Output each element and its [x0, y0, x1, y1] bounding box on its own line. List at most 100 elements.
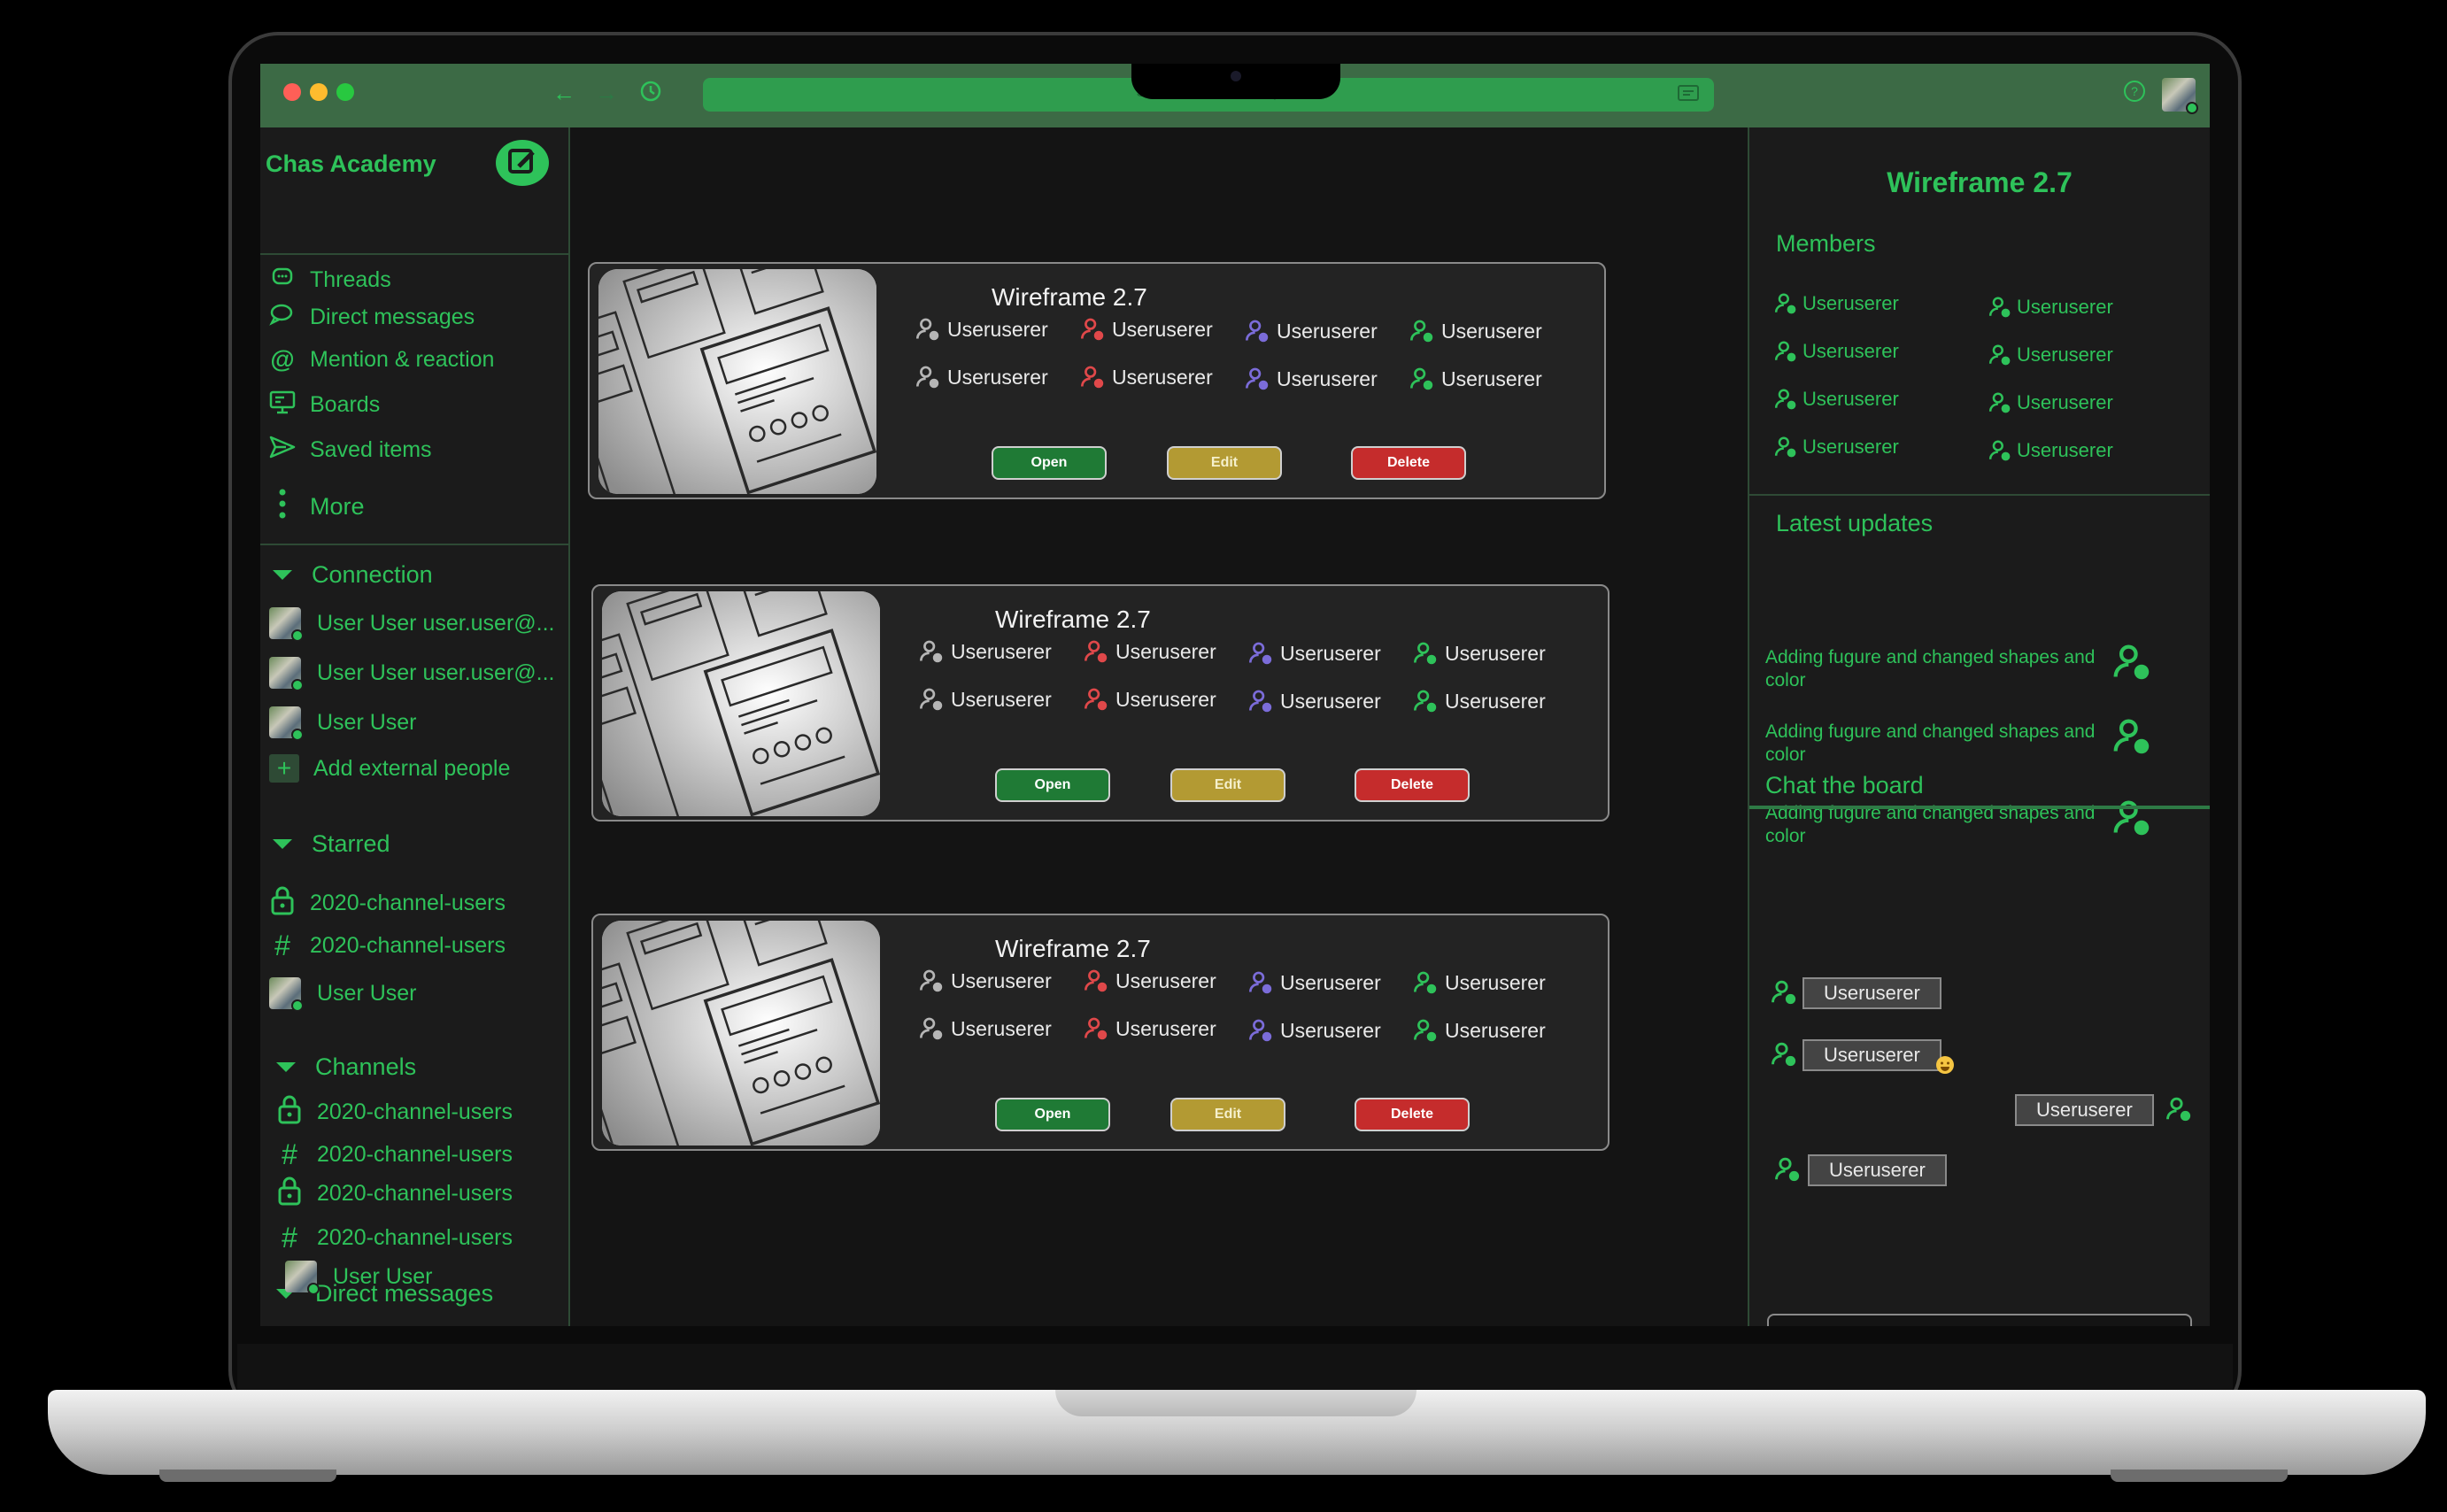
board-member: Useruserer — [919, 687, 1052, 712]
panel-member[interactable]: Useruserer — [1988, 296, 2113, 319]
add-external-people-button[interactable]: + Add external people — [269, 754, 510, 783]
chat-message[interactable]: Useruserer — [1808, 1154, 1947, 1186]
delete-button[interactable]: Delete — [1351, 446, 1466, 480]
starred-item[interactable]: User User — [269, 977, 417, 1012]
board-card[interactable]: Wireframe 2.7 Useruserer Useruserer Useruse… — [588, 262, 1606, 499]
panel-member[interactable]: Useruserer — [1988, 343, 2113, 366]
chat-message-input[interactable]: + ➤ — [1767, 1314, 2192, 1326]
connection-user[interactable]: User User user.user@... — [269, 657, 555, 691]
maximize-window-button[interactable] — [336, 83, 354, 101]
member-name: Useruserer — [2017, 296, 2113, 318]
update-item[interactable]: Adding fugure and changed shapes and col… — [1765, 646, 2119, 692]
board-details-panel: Wireframe 2.7 Members Useruserer Useruser… — [1748, 127, 2210, 1326]
sidebar-item-mentions[interactable]: @ Mention & reaction — [269, 345, 494, 374]
user-icon — [2112, 643, 2151, 686]
channel-item[interactable]: # 2020-channel-users — [276, 1138, 513, 1171]
chat-message[interactable]: Useruserer — [1802, 977, 1941, 1009]
edit-button[interactable]: Edit — [1167, 446, 1282, 480]
section-connection[interactable]: Connection — [260, 561, 433, 589]
starred-item-label: 2020-channel-users — [310, 933, 506, 958]
starred-item[interactable]: # 2020-channel-users — [269, 930, 506, 962]
collapse-triangle-icon — [276, 1062, 296, 1072]
collapse-triangle-icon — [273, 570, 292, 580]
at-sign-icon: @ — [270, 345, 295, 373]
sidebar-item-more[interactable]: More — [269, 489, 365, 525]
chat-message[interactable]: Useruserer — [1802, 1039, 1941, 1071]
update-item[interactable]: Adding fugure and changed shapes and col… — [1765, 721, 2119, 767]
section-channels[interactable]: Channels — [260, 1053, 416, 1081]
panel-member[interactable]: Useruserer — [1988, 439, 2113, 462]
board-card[interactable]: Wireframe 2.7 Useruserer Useruserer Useruse… — [591, 914, 1609, 1151]
member-name: Useruserer — [1115, 968, 1216, 992]
member-name: Useruserer — [951, 968, 1052, 992]
compose-button[interactable] — [496, 140, 549, 186]
help-icon[interactable]: ? — [2123, 80, 2146, 107]
member-name: Useruserer — [1277, 319, 1378, 343]
sidebar: Chas Academy Threads Direct messages @ M… — [260, 127, 570, 1326]
open-button[interactable]: Open — [995, 768, 1110, 802]
sidebar-item-threads[interactable]: Threads — [269, 267, 391, 293]
board-member: Useruserer — [1413, 1018, 1546, 1043]
member-name: Useruserer — [1802, 340, 1899, 362]
history-icon[interactable] — [639, 80, 662, 107]
panel-member[interactable]: Useruserer — [1774, 436, 1899, 459]
channel-item[interactable]: 2020-channel-users — [276, 1176, 513, 1212]
member-name: Useruserer — [1445, 970, 1546, 994]
camera-notch — [1131, 64, 1340, 99]
direct-message-item[interactable]: User User — [285, 1261, 433, 1295]
reaction-emoji-icon[interactable] — [1935, 1055, 1955, 1079]
section-starred[interactable]: Starred — [260, 830, 390, 858]
open-button[interactable]: Open — [995, 1098, 1110, 1131]
open-button[interactable]: Open — [992, 446, 1107, 480]
member-name: Useruserer — [1115, 1016, 1216, 1040]
board-title: Wireframe 2.7 — [995, 606, 1151, 633]
lock-icon — [276, 1176, 303, 1212]
avatar — [269, 977, 304, 1012]
lock-icon — [269, 885, 296, 922]
section-heading: Starred — [312, 830, 390, 857]
member-name: Useruserer — [2017, 439, 2113, 461]
lock-icon — [276, 1094, 303, 1130]
sidebar-item-label: Boards — [310, 392, 381, 417]
member-name: Useruserer — [1441, 319, 1542, 343]
screen-bezel — [237, 1344, 2233, 1390]
connection-user[interactable]: User User — [269, 706, 417, 741]
forward-arrow-icon[interactable]: → — [595, 80, 618, 107]
member-name: Useruserer — [947, 317, 1048, 341]
panel-member[interactable]: Useruserer — [1774, 388, 1899, 411]
connection-user[interactable]: User User user.user@... — [269, 607, 555, 642]
delete-button[interactable]: Delete — [1355, 1098, 1470, 1131]
board-title: Wireframe 2.7 — [992, 283, 1147, 311]
chat-user-icon — [1771, 979, 1797, 1010]
board-member: Useruserer — [1084, 687, 1216, 712]
sidebar-item-saved[interactable]: Saved items — [269, 436, 432, 465]
sidebar-item-boards[interactable]: Boards — [269, 390, 380, 420]
channel-item[interactable]: # 2020-channel-users — [276, 1222, 513, 1254]
chat-heading: Chat the board — [1765, 772, 1924, 798]
edit-button[interactable]: Edit — [1170, 768, 1285, 802]
channel-item[interactable]: 2020-channel-users — [276, 1094, 513, 1130]
panel-member[interactable]: Useruserer — [1988, 391, 2113, 414]
board-card[interactable]: Wireframe 2.7 Useruserer Useruserer Useruse… — [591, 584, 1609, 822]
delete-button[interactable]: Delete — [1355, 768, 1470, 802]
back-arrow-icon[interactable]: ← — [552, 80, 575, 107]
chat-icon[interactable] — [1677, 83, 1700, 109]
sidebar-item-direct-messages[interactable]: Direct messages — [269, 303, 475, 332]
laptop-foot — [159, 1470, 336, 1482]
edit-button[interactable]: Edit — [1170, 1098, 1285, 1131]
chat-message[interactable]: Useruserer — [2015, 1094, 2154, 1126]
board-member: Useruserer — [1413, 689, 1546, 714]
minimize-window-button[interactable] — [310, 83, 328, 101]
board-thumbnail — [602, 591, 880, 816]
starred-item[interactable]: 2020-channel-users — [269, 885, 506, 922]
hash-icon: # — [282, 1222, 297, 1254]
panel-member[interactable]: Useruserer — [1774, 292, 1899, 315]
close-window-button[interactable] — [283, 83, 301, 101]
member-name: Useruserer — [951, 1016, 1052, 1040]
board-member: Useruserer — [919, 1016, 1052, 1041]
board-member: Useruserer — [1413, 641, 1546, 666]
profile-avatar[interactable] — [2162, 78, 2198, 114]
send-icon — [269, 436, 296, 465]
panel-member[interactable]: Useruserer — [1774, 340, 1899, 363]
laptop-opening-notch — [1055, 1390, 1416, 1416]
